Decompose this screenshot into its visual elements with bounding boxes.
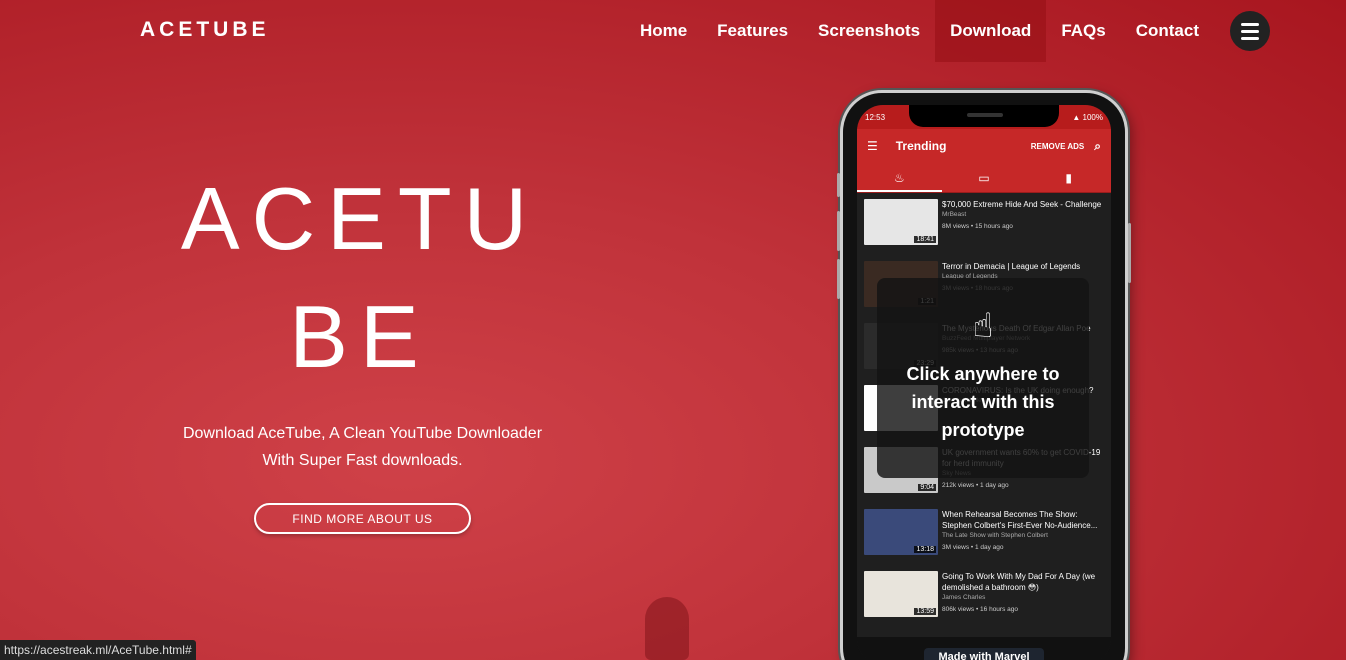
hamburger-menu-icon[interactable] [1230,11,1270,51]
video-duration: 9:04 [918,484,936,491]
video-info: $70,000 Extreme Hide And Seek - Challeng… [942,199,1101,261]
video-meta: 3M views • 1 day ago [942,544,1004,551]
phone-side-button [837,173,840,197]
prototype-overlay[interactable]: ☝ Click anywhere to interact with this p… [877,278,1089,478]
video-title: Terror in Demacia | League of Legends [942,262,1081,271]
main-nav: Home Features Screenshots Download FAQs … [625,0,1346,62]
video-channel: MrBeast [942,211,967,218]
video-title: When Rehearsal Becomes The Show: Stephen… [942,510,1098,530]
phone-volume-down [837,259,840,299]
bookmark-icon: ▮ [1065,170,1072,185]
remove-ads-button[interactable]: REMOVE ADS [1031,142,1085,151]
tab-bookmarks[interactable]: ▮ [1026,163,1111,192]
video-item[interactable]: 18:41 $70,000 Extreme Hide And Seek - Cha… [864,199,1104,261]
video-meta: 806k views • 16 hours ago [942,606,1018,613]
video-duration: 13:18 [914,546,936,553]
hero-title-line2: BE [289,287,431,386]
tab-tv[interactable]: ▭ [942,163,1027,192]
nav-features[interactable]: Features [702,0,803,62]
nav-screenshots[interactable]: Screenshots [803,0,935,62]
drawer-menu-icon[interactable]: ☰ [867,139,878,153]
person-silhouette [645,597,689,660]
made-with-badge[interactable]: Made with Marvel [924,648,1044,660]
hero-subtitle-line1: Download AceTube, A Clean YouTube Downlo… [182,425,543,442]
app-bar-title: Trending [895,139,947,153]
overlay-text: Click anywhere to interact with this pro… [906,364,1060,440]
phone-power-button [1128,223,1131,283]
nav-faqs[interactable]: FAQs [1046,0,1120,62]
video-item[interactable]: 13:18 When Rehearsal Becomes The Show: St… [864,509,1104,571]
tab-trending[interactable]: ♨ [857,163,942,192]
nav-contact[interactable]: Contact [1121,0,1214,62]
video-title: Going To Work With My Dad For A Day (we … [942,572,1096,592]
hero-title-line1: ACETU [180,169,540,268]
video-info: Going To Work With My Dad For A Day (we … [942,571,1104,633]
video-thumbnail: 13:59 [864,571,938,617]
search-icon[interactable]: ⌕ [1094,139,1101,154]
phone-volume-up [837,211,840,251]
find-more-button[interactable]: FIND MORE ABOUT US [254,503,471,534]
video-duration: 18:41 [914,236,936,243]
flame-icon: ♨ [893,170,905,185]
brand-logo[interactable]: ACETUBE [140,18,270,42]
video-meta: 8M views • 15 hours ago [942,223,1013,230]
phone-notch [909,105,1059,127]
tap-hand-icon: ☝ [972,307,994,345]
video-channel: The Late Show with Stephen Colbert [942,532,1048,539]
video-info: When Rehearsal Becomes The Show: Stephen… [942,509,1104,571]
tv-icon: ▭ [978,170,990,185]
video-item[interactable]: 13:59 Going To Work With My Dad For A Day… [864,571,1104,633]
hero-subtitle-line2: With Super Fast downloads. [262,452,463,469]
video-duration: 13:59 [914,608,936,615]
hero-title: ACETU BE [130,160,590,396]
nav-home[interactable]: Home [625,0,702,62]
nav-download[interactable]: Download [935,0,1047,62]
video-thumbnail: 13:18 [864,509,938,555]
app-tabs: ♨ ▭ ▮ [857,163,1111,193]
hero-subtitle: Download AceTube, A Clean YouTube Downlo… [150,420,575,474]
status-time: 12:53 [865,112,886,122]
app-bar: ☰ Trending REMOVE ADS ⌕ [857,129,1111,163]
video-thumbnail: 18:41 [864,199,938,245]
video-meta: 212k views • 1 day ago [942,482,1009,489]
video-channel: James Charles [942,594,986,601]
status-url: https://acestreak.ml/AceTube.html# [0,640,196,660]
video-title: $70,000 Extreme Hide And Seek - Challeng… [942,200,1102,209]
status-battery: ▲ 100% [1072,112,1103,122]
